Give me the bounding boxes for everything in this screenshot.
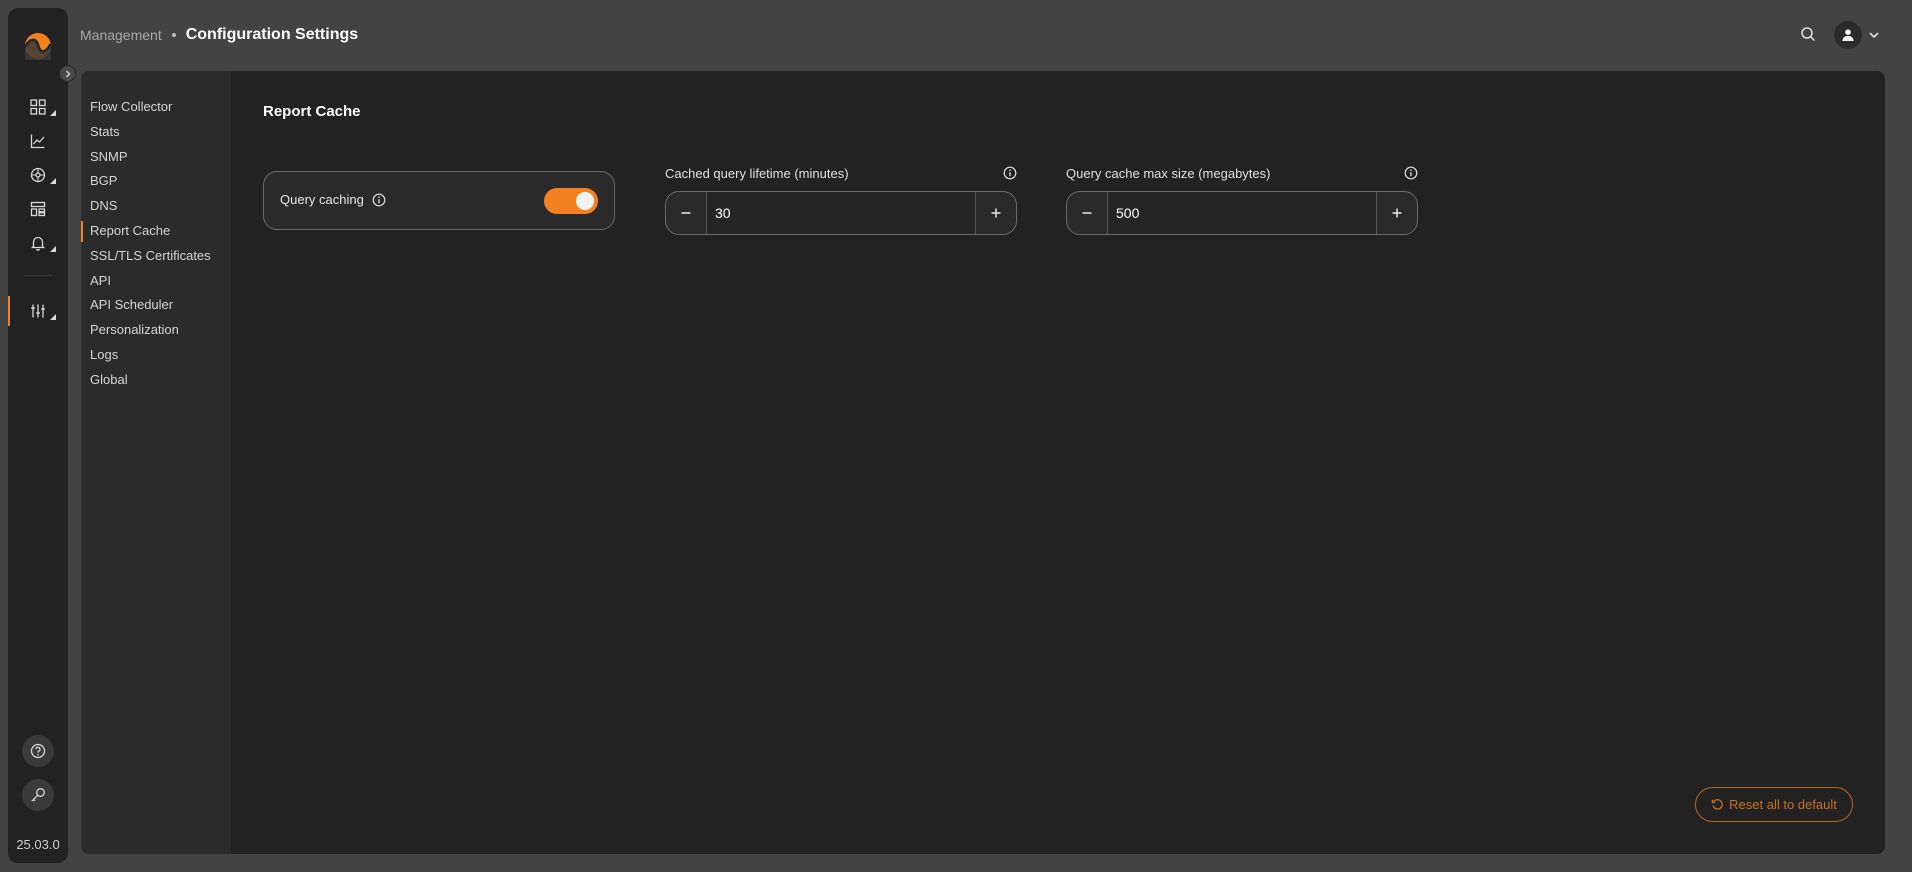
topology-icon: [30, 201, 46, 217]
reset-icon: [1711, 798, 1724, 811]
info-icon[interactable]: [372, 193, 386, 207]
decrement-button[interactable]: [666, 192, 706, 234]
avatar[interactable]: [1834, 21, 1862, 49]
rail-dashboards-button[interactable]: [20, 92, 56, 122]
settings-subnav: Flow Collector Stats SNMP BGP DNS Report…: [81, 71, 231, 854]
rail-management-button[interactable]: [20, 296, 56, 326]
subnav-item-bgp[interactable]: BGP: [81, 169, 231, 194]
rail-analytics-button[interactable]: [20, 126, 56, 156]
subnav-item-logs[interactable]: Logs: [81, 343, 231, 368]
reset-all-button[interactable]: Reset all to default: [1695, 787, 1853, 822]
rail-active-indicator: [8, 296, 10, 326]
increment-button[interactable]: [976, 192, 1016, 234]
info-icon[interactable]: [1404, 166, 1418, 180]
sliders-icon: [31, 304, 45, 318]
plus-icon: [991, 208, 1001, 218]
breadcrumb-parent[interactable]: Management: [80, 27, 162, 43]
expand-rail-button[interactable]: [59, 65, 76, 82]
info-icon[interactable]: [1003, 166, 1017, 180]
max-size-label: Query cache max size (megabytes): [1066, 166, 1271, 181]
subnav-item-api[interactable]: API: [81, 269, 231, 294]
settings-panel: Flow Collector Stats SNMP BGP DNS Report…: [81, 71, 1885, 854]
subnav-item-personalization[interactable]: Personalization: [81, 318, 231, 343]
max-size-input[interactable]: 500: [1107, 192, 1377, 234]
plus-icon: [1392, 208, 1402, 218]
lifetime-input[interactable]: 30: [706, 192, 976, 234]
max-size-field: Query cache max size (megabytes) 500: [1066, 165, 1418, 235]
section-title: Report Cache: [263, 103, 361, 120]
user-icon: [1842, 29, 1854, 41]
subnav-item-dns[interactable]: DNS: [81, 194, 231, 219]
rail-alerts-button[interactable]: [20, 228, 56, 258]
help-button[interactable]: [22, 735, 54, 767]
app-version: 25.03.0: [16, 837, 60, 852]
minus-icon: [681, 212, 691, 214]
subnav-item-report-cache[interactable]: Report Cache: [81, 219, 231, 244]
search-button[interactable]: [1796, 22, 1820, 46]
rail-divider: [24, 275, 52, 276]
chart-icon: [30, 134, 45, 149]
lifetime-field: Cached query lifetime (minutes) 30: [665, 165, 1017, 235]
help-icon: [30, 743, 46, 759]
subnav-item-ssl-tls-certificates[interactable]: SSL/TLS Certificates: [81, 244, 231, 269]
query-caching-label: Query caching: [280, 192, 386, 207]
chevron-down-icon[interactable]: [1868, 29, 1880, 41]
rail-topology-button[interactable]: [20, 194, 56, 224]
breadcrumb: Management Configuration Settings: [80, 20, 358, 50]
query-caching-card: Query caching: [263, 171, 615, 230]
query-caching-toggle[interactable]: [544, 188, 598, 214]
user-menu[interactable]: [1834, 20, 1880, 50]
bell-icon: [30, 236, 46, 251]
subnav-item-snmp[interactable]: SNMP: [81, 145, 231, 170]
dashboard-icon: [30, 99, 46, 115]
chevron-right-icon: [65, 70, 70, 77]
decrement-button[interactable]: [1067, 192, 1107, 234]
key-icon: [31, 788, 45, 802]
increment-button[interactable]: [1377, 192, 1417, 234]
subnav-item-api-scheduler[interactable]: API Scheduler: [81, 293, 231, 318]
app-rail: 25.03.0: [8, 8, 76, 863]
rail-explore-button[interactable]: [20, 160, 56, 190]
app-logo[interactable]: [22, 30, 54, 62]
license-button[interactable]: [22, 779, 54, 811]
minus-icon: [1082, 212, 1092, 214]
explore-icon: [30, 167, 46, 183]
search-icon: [1801, 27, 1816, 42]
lifetime-stepper: 30: [665, 191, 1017, 235]
subnav-item-global[interactable]: Global: [81, 368, 231, 393]
page-title: Configuration Settings: [185, 26, 359, 43]
reset-label: Reset all to default: [1729, 797, 1837, 812]
lifetime-label: Cached query lifetime (minutes): [665, 166, 849, 181]
toggle-knob: [576, 192, 594, 210]
breadcrumb-separator: [171, 33, 176, 37]
max-size-stepper: 500: [1066, 191, 1418, 235]
query-caching-text: Query caching: [280, 192, 364, 207]
subnav-item-stats[interactable]: Stats: [81, 120, 231, 145]
subnav-item-flow-collector[interactable]: Flow Collector: [81, 95, 231, 120]
